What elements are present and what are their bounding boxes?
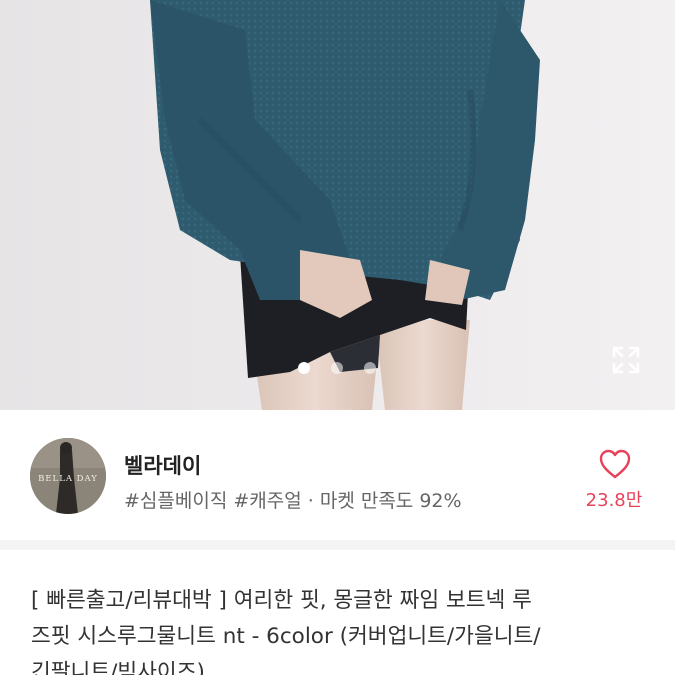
- avatar-logo-text: BELLA DAY: [38, 474, 98, 484]
- expand-icon[interactable]: [610, 344, 642, 376]
- section-divider: [0, 540, 675, 550]
- product-title-line-1: [ 빠른출고/리뷰대박 ] 여리한 핏, 몽글한 짜임 보트넥 루: [31, 588, 532, 613]
- product-title-line-3: 긴팔니트/빅사이즈): [31, 660, 205, 675]
- product-image-carousel[interactable]: [0, 0, 675, 410]
- carousel-dot-2[interactable]: [331, 362, 343, 374]
- carousel-dot-1[interactable]: [298, 362, 310, 374]
- product-photo: [0, 0, 675, 410]
- shop-name[interactable]: 벨라데이: [124, 450, 201, 480]
- product-title-line-2: 즈핏 시스루그물니트 nt - 6color (커버업니트/가을니트/: [31, 624, 541, 649]
- heart-outline-icon[interactable]: [598, 448, 632, 480]
- carousel-indicators: [0, 362, 675, 376]
- product-title: [ 빠른출고/리뷰대박 ] 여리한 핏, 몽글한 짜임 보트넥 루 즈핏 시스루…: [31, 583, 651, 675]
- carousel-dot-3[interactable]: [364, 362, 376, 374]
- shop-tags: #심플베이직 #캐주얼 · 마켓 만족도 92%: [124, 490, 462, 512]
- seller-info: BELLA DAY 벨라데이 #심플베이직 #캐주얼 · 마켓 만족도 92% …: [0, 410, 675, 540]
- like-count: 23.8만: [585, 490, 643, 511]
- seller-avatar[interactable]: BELLA DAY: [30, 438, 106, 514]
